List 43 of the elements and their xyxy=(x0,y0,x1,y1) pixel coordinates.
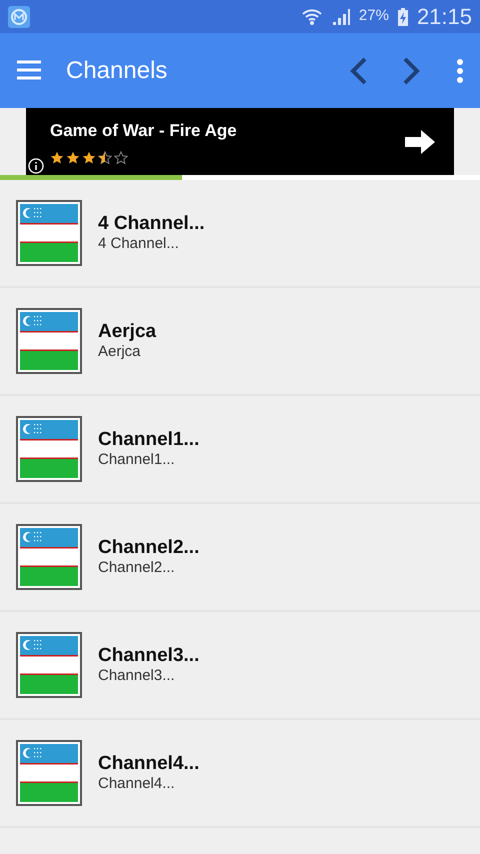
channel-subtitle: Channel1... xyxy=(98,451,176,470)
channel-subtitle: 4 Channel... xyxy=(98,235,180,254)
menu-button[interactable] xyxy=(16,58,42,82)
channel-title: Channel3... xyxy=(98,644,200,668)
flag-icon xyxy=(16,308,82,374)
channel-title: Channel2... xyxy=(98,536,200,560)
flag-icon xyxy=(16,524,82,590)
flag-icon xyxy=(16,632,82,698)
channel-subtitle: Channel3... xyxy=(98,667,176,686)
channel-row[interactable]: Channel3... Channel3... xyxy=(0,612,480,720)
star-icon xyxy=(66,151,80,166)
battery-percentage: 27% xyxy=(358,6,389,26)
forward-arrow-button[interactable] xyxy=(402,56,422,86)
signal-icon xyxy=(330,6,351,26)
ad-banner[interactable]: Game of War - Fire Age xyxy=(26,108,454,175)
clock: 21:15 xyxy=(416,3,472,31)
channel-row[interactable]: Channel4... Channel4... xyxy=(0,720,480,828)
screen-title: Channels xyxy=(66,56,168,86)
channel-row[interactable]: 4 Channel... 4 Channel... xyxy=(0,180,480,288)
app-notification-icon xyxy=(8,6,30,28)
half-star-icon xyxy=(98,151,112,166)
channel-row[interactable]: Channel2... Channel2... xyxy=(0,504,480,612)
star-icon xyxy=(82,151,96,166)
ad-title: Game of War - Fire Age xyxy=(50,120,238,142)
flag-icon xyxy=(16,740,82,806)
empty-star-icon xyxy=(114,151,128,166)
channel-title: Aerjca xyxy=(98,320,156,344)
channel-row[interactable]: Aerjca Aerjca xyxy=(0,288,480,396)
star-icon xyxy=(50,151,64,166)
arrow-right-icon xyxy=(403,128,437,154)
channel-title: 4 Channel... xyxy=(98,212,205,236)
more-options-button[interactable] xyxy=(456,58,464,84)
info-icon[interactable] xyxy=(28,158,44,174)
channel-subtitle: Channel4... xyxy=(98,775,176,794)
back-arrow-button[interactable] xyxy=(348,56,368,86)
channel-title: Channel4... xyxy=(98,752,200,776)
channel-title: Channel1... xyxy=(98,428,200,452)
channel-subtitle: Aerjca xyxy=(98,343,142,362)
flag-icon xyxy=(16,200,82,266)
channel-subtitle: Channel2... xyxy=(98,559,176,578)
flag-icon xyxy=(16,416,82,482)
battery-charging-icon xyxy=(396,6,409,26)
channel-row[interactable]: Channel1... Channel1... xyxy=(0,396,480,504)
